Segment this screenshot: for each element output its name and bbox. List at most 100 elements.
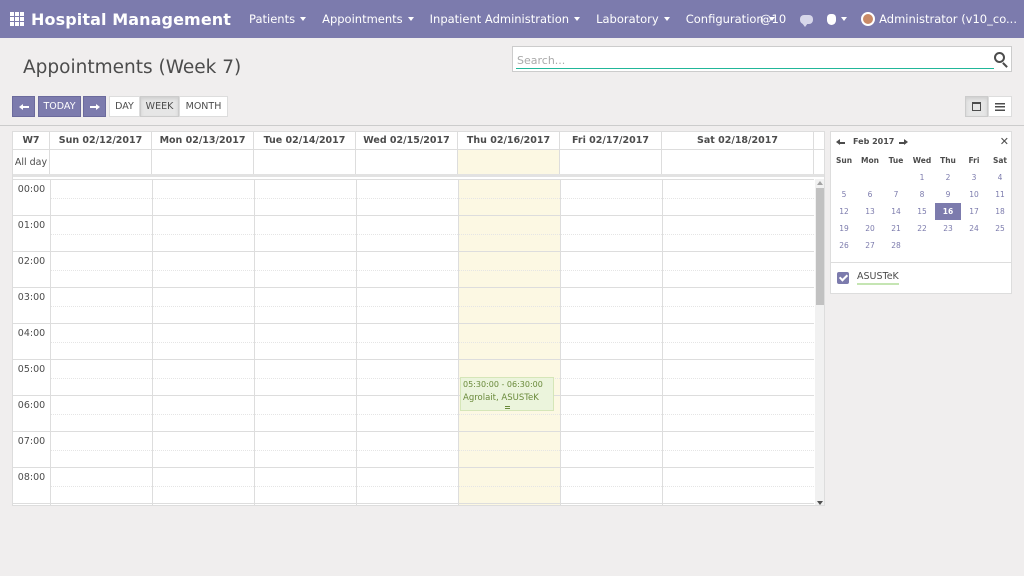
- all-day-cell[interactable]: [560, 150, 662, 174]
- mini-day[interactable]: 3: [961, 169, 987, 186]
- calendar-scrollbar[interactable]: [815, 179, 824, 505]
- mini-day[interactable]: 15: [909, 203, 935, 220]
- mini-day[interactable]: 22: [909, 220, 935, 237]
- mini-day[interactable]: 21: [883, 220, 909, 237]
- mini-day[interactable]: 5: [831, 186, 857, 203]
- event-resize-handle[interactable]: [505, 406, 510, 409]
- control-panel-divider: [0, 125, 1024, 126]
- calendar-view-switch[interactable]: [965, 96, 988, 117]
- user-menu[interactable]: Administrator (v10_co...: [854, 0, 1024, 38]
- header-scroll-spacer: [814, 132, 824, 150]
- day-header-sun[interactable]: Sun 02/12/2017: [50, 132, 152, 150]
- event-title: Agrolait, ASUSTeK: [463, 393, 539, 403]
- list-view-switch[interactable]: [988, 96, 1012, 117]
- mini-day[interactable]: 17: [961, 203, 987, 220]
- view-day-button[interactable]: DAY: [109, 96, 140, 117]
- mini-day[interactable]: 12: [831, 203, 857, 220]
- mini-week-row: 19 20 21 22 23 24 25: [831, 220, 1013, 237]
- mini-next-month-icon[interactable]: [899, 139, 908, 147]
- mini-day[interactable]: 1: [909, 169, 935, 186]
- day-header-sat[interactable]: Sat 02/18/2017: [662, 132, 814, 150]
- appointment-event[interactable]: 05:30:00 - 06:30:00 Agrolait, ASUSTeK: [460, 377, 554, 411]
- user-name: Administrator (v10_co...: [879, 12, 1017, 26]
- debug-menu-button[interactable]: [820, 0, 854, 38]
- mini-day[interactable]: 26: [831, 237, 857, 254]
- today-button[interactable]: TODAY: [38, 96, 81, 117]
- hour-row: 00:00: [13, 179, 814, 215]
- column-divider: [560, 179, 561, 505]
- mini-day[interactable]: 14: [883, 203, 909, 220]
- search-input[interactable]: [516, 53, 994, 69]
- view-month-button[interactable]: MONTH: [179, 96, 228, 117]
- all-day-cell[interactable]: [254, 150, 356, 174]
- day-header-tue[interactable]: Tue 02/14/2017: [254, 132, 356, 150]
- menu-label: Appointments: [322, 12, 403, 26]
- chat-button[interactable]: [793, 0, 820, 38]
- view-week-button[interactable]: WEEK: [140, 96, 179, 117]
- hour-row: 06:00: [13, 395, 814, 431]
- mini-day[interactable]: 7: [883, 186, 909, 203]
- mini-day[interactable]: 11: [987, 186, 1013, 203]
- menu-appointments[interactable]: Appointments: [314, 0, 422, 38]
- mini-prev-month-icon[interactable]: [836, 139, 845, 147]
- mini-dow-row: Sun Mon Tue Wed Thu Fri Sat: [831, 152, 1013, 169]
- mini-day[interactable]: 20: [857, 220, 883, 237]
- mini-day[interactable]: 19: [831, 220, 857, 237]
- mini-day[interactable]: 13: [857, 203, 883, 220]
- hour-label: 07:00: [17, 435, 46, 447]
- mini-day[interactable]: 28: [883, 237, 909, 254]
- menu-laboratory[interactable]: Laboratory: [588, 0, 678, 38]
- scrollbar-thumb[interactable]: [816, 188, 824, 305]
- menu-inpatient-administration[interactable]: Inpatient Administration: [422, 0, 588, 38]
- all-day-cell-today[interactable]: [458, 150, 560, 174]
- mini-day[interactable]: 8: [909, 186, 935, 203]
- mini-day[interactable]: 23: [935, 220, 961, 237]
- calendar-sidebar: Feb 2017 ✕ Sun Mon Tue Wed Thu Fri Sat 1…: [830, 131, 1012, 294]
- all-day-cell[interactable]: [50, 150, 152, 174]
- mentions-counter[interactable]: @10: [753, 0, 793, 38]
- mini-day: [961, 237, 987, 254]
- filter-asustek[interactable]: ASUSTeK: [837, 271, 899, 285]
- previous-button[interactable]: [12, 96, 35, 117]
- mini-day[interactable]: 4: [987, 169, 1013, 186]
- scroll-down-arrow-icon[interactable]: [817, 501, 823, 505]
- menu-patients[interactable]: Patients: [241, 0, 314, 38]
- event-time: 05:30:00 - 06:30:00: [463, 380, 543, 389]
- mini-day[interactable]: 25: [987, 220, 1013, 237]
- day-header-thu[interactable]: Thu 02/16/2017: [458, 132, 560, 150]
- mini-day: [909, 237, 935, 254]
- filter-checkbox[interactable]: [837, 272, 849, 284]
- hour-row: 04:00: [13, 323, 814, 359]
- close-icon[interactable]: ✕: [1000, 135, 1009, 148]
- time-grid[interactable]: 00:00 01:00 02:00 03:00 04:00 05:00 06:0…: [13, 179, 814, 505]
- mini-day[interactable]: 9: [935, 186, 961, 203]
- column-divider: [152, 179, 153, 505]
- search-icon[interactable]: [994, 52, 1005, 63]
- mini-day[interactable]: 10: [961, 186, 987, 203]
- hour-label: 05:00: [17, 363, 46, 375]
- mini-day[interactable]: 6: [857, 186, 883, 203]
- all-day-cell[interactable]: [356, 150, 458, 174]
- mini-week-row: 1 2 3 4: [831, 169, 1013, 186]
- mini-calendar-header: Feb 2017 ✕: [831, 132, 1013, 152]
- mini-day[interactable]: 24: [961, 220, 987, 237]
- day-header-fri[interactable]: Fri 02/17/2017: [560, 132, 662, 150]
- mini-day[interactable]: 27: [857, 237, 883, 254]
- day-header-mon[interactable]: Mon 02/13/2017: [152, 132, 254, 150]
- calendar-header: W7 Sun 02/12/2017 Mon 02/13/2017 Tue 02/…: [13, 132, 824, 150]
- mini-day[interactable]: 2: [935, 169, 961, 186]
- next-button[interactable]: [83, 96, 106, 117]
- apps-grid-icon[interactable]: [10, 12, 24, 26]
- brand[interactable]: Hospital Management: [0, 0, 231, 38]
- bug-icon: [827, 13, 837, 25]
- scroll-up-arrow-icon[interactable]: [817, 181, 823, 185]
- day-header-wed[interactable]: Wed 02/15/2017: [356, 132, 458, 150]
- all-day-cell[interactable]: [152, 150, 254, 174]
- mini-dow: Thu: [940, 156, 956, 165]
- week-calendar: W7 Sun 02/12/2017 Mon 02/13/2017 Tue 02/…: [12, 131, 825, 506]
- mini-day-selected[interactable]: 16: [935, 203, 961, 220]
- hour-label: 03:00: [17, 291, 46, 303]
- mini-day[interactable]: 18: [987, 203, 1013, 220]
- half-hour-line: [50, 270, 814, 271]
- all-day-cell[interactable]: [662, 150, 814, 174]
